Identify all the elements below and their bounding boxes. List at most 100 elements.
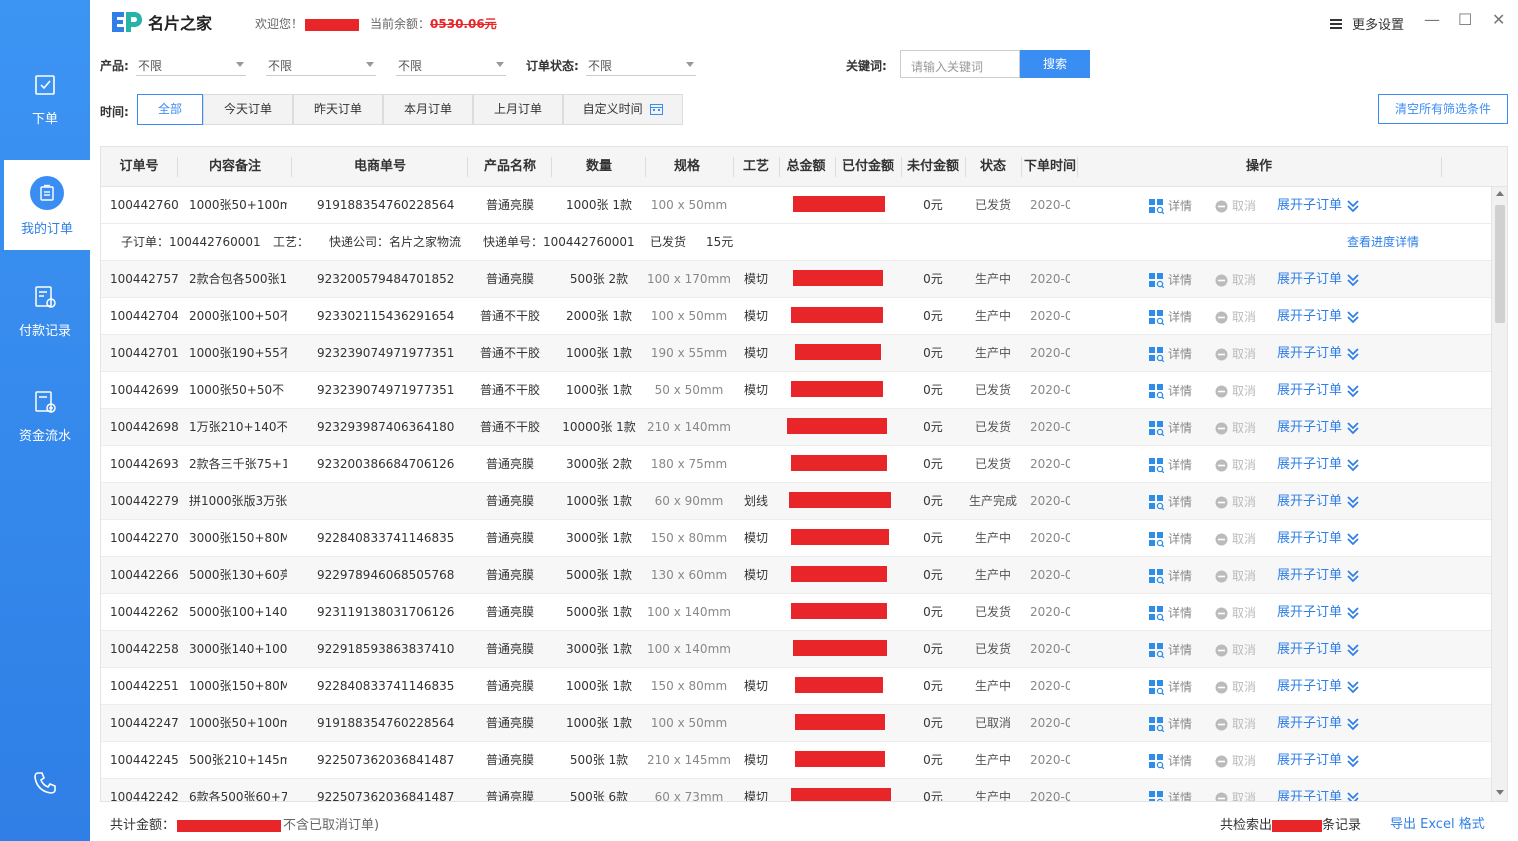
- cell-note: 1000张50+50不: [189, 383, 285, 397]
- detail-button[interactable]: 详情: [1149, 420, 1192, 436]
- expand-suborders-button[interactable]: 展开子订单: [1277, 309, 1360, 325]
- cell-status: 已发货: [974, 198, 1011, 212]
- cancel-button[interactable]: 取消: [1215, 531, 1256, 547]
- detail-button[interactable]: 详情: [1149, 531, 1192, 547]
- cancel-label: 取消: [1232, 495, 1257, 509]
- expand-suborders-button[interactable]: 展开子订单: [1277, 420, 1360, 436]
- keyword-input[interactable]: 请输入关键词: [900, 50, 1020, 78]
- time-custom-button[interactable]: 自定义时间: [563, 94, 683, 125]
- detail-button[interactable]: 详情: [1149, 198, 1192, 214]
- detail-button[interactable]: 详情: [1149, 309, 1192, 325]
- cancel-label: 取消: [1232, 680, 1257, 694]
- expand-label: 展开子订单: [1277, 642, 1343, 657]
- status-select[interactable]: 不限: [586, 54, 696, 76]
- scroll-down-arrow-icon[interactable]: [1496, 790, 1504, 795]
- detail-label: 详情: [1168, 421, 1193, 435]
- detail-button[interactable]: 详情: [1149, 457, 1192, 473]
- clear-filters-button[interactable]: 清空所有筛选条件: [1378, 94, 1508, 124]
- cancel-button[interactable]: 取消: [1215, 716, 1256, 732]
- expand-suborders-button[interactable]: 展开子订单: [1277, 346, 1360, 362]
- cell-qty: 1000张 1款: [566, 198, 632, 212]
- view-progress-link[interactable]: 查看进度详情: [1347, 224, 1419, 261]
- scroll-thumb[interactable]: [1495, 205, 1505, 323]
- expand-suborders-button[interactable]: 展开子订单: [1277, 457, 1360, 473]
- expand-suborders-button[interactable]: 展开子订单: [1277, 753, 1360, 769]
- detail-button[interactable]: 详情: [1149, 753, 1192, 769]
- detail-label: 详情: [1168, 791, 1193, 802]
- cell-status: 生产中: [974, 531, 1011, 545]
- detail-button[interactable]: 详情: [1149, 790, 1193, 802]
- expand-suborders-button[interactable]: 展开子订单: [1277, 383, 1360, 399]
- cell-ec-number: 922978946068505768: [317, 568, 455, 582]
- expand-suborders-button[interactable]: 展开子订单: [1277, 494, 1360, 510]
- sidebar-item-fund-flow[interactable]: 资金流水: [0, 389, 90, 477]
- time-all-button[interactable]: 全部: [137, 94, 203, 125]
- detail-button[interactable]: 详情: [1149, 383, 1192, 399]
- table-row: 100442699 1000张50+50不 923239074971977351 普通…: [101, 372, 1491, 409]
- expand-suborders-button[interactable]: 展开子订单: [1277, 531, 1360, 547]
- expand-suborders-button[interactable]: 展开子订单: [1277, 198, 1360, 214]
- sidebar-item-payment-records[interactable]: 付款记录: [0, 284, 90, 372]
- time-last-month-button[interactable]: 上月订单: [473, 94, 563, 125]
- cell-time: 2020-0: [1030, 531, 1070, 545]
- cancel-button[interactable]: 取消: [1215, 790, 1256, 801]
- sidebar-item-my-orders[interactable]: 我的订单: [4, 160, 90, 250]
- scroll-up-arrow-icon[interactable]: [1496, 191, 1504, 196]
- cancel-circle-icon: [1215, 422, 1228, 434]
- detail-button[interactable]: 详情: [1149, 494, 1192, 510]
- time-today-button[interactable]: 今天订单: [203, 94, 293, 125]
- expand-suborders-button[interactable]: 展开子订单: [1277, 642, 1360, 658]
- product-select-2[interactable]: 不限: [266, 54, 376, 76]
- expand-suborders-button[interactable]: 展开子订单: [1277, 679, 1360, 695]
- export-excel-link[interactable]: 导出 Excel 格式: [1390, 813, 1485, 832]
- cell-qty: 1000张 1款: [566, 679, 632, 693]
- product-select-1[interactable]: 不限: [136, 54, 246, 76]
- search-button[interactable]: 搜索: [1020, 50, 1090, 78]
- detail-button[interactable]: 详情: [1149, 346, 1192, 362]
- cancel-button[interactable]: 取消: [1215, 383, 1256, 399]
- detail-button[interactable]: 详情: [1149, 642, 1192, 658]
- detail-button[interactable]: 详情: [1149, 716, 1192, 732]
- time-yesterday-button[interactable]: 昨天订单: [293, 94, 383, 125]
- cancel-button[interactable]: 取消: [1215, 605, 1256, 621]
- cancel-button[interactable]: 取消: [1215, 309, 1256, 325]
- cancel-button[interactable]: 取消: [1215, 679, 1256, 695]
- detail-button[interactable]: 详情: [1149, 568, 1192, 584]
- expand-suborders-button[interactable]: 展开子订单: [1277, 605, 1360, 621]
- detail-grid-icon: [1149, 198, 1164, 214]
- expand-suborders-button[interactable]: 展开子订单: [1277, 272, 1360, 288]
- cancel-button[interactable]: 取消: [1215, 198, 1256, 214]
- cancel-button[interactable]: 取消: [1215, 457, 1256, 473]
- cell-craft: 模切: [743, 272, 768, 286]
- cancel-button[interactable]: 取消: [1215, 420, 1256, 436]
- time-this-month-button[interactable]: 本月订单: [383, 94, 473, 125]
- detail-button[interactable]: 详情: [1149, 679, 1192, 695]
- table-row: 100442247 1000张50+100m 919188354760228564 普…: [101, 705, 1491, 742]
- cancel-button[interactable]: 取消: [1215, 568, 1256, 584]
- detail-button[interactable]: 详情: [1149, 272, 1192, 288]
- table-scrollbar[interactable]: [1491, 187, 1507, 801]
- double-chevron-down-icon: [1347, 533, 1359, 546]
- close-button[interactable]: ✕: [1492, 10, 1505, 29]
- maximize-button[interactable]: ☐: [1458, 10, 1472, 29]
- more-settings-button[interactable]: 更多设置: [1330, 14, 1404, 33]
- product-select-3[interactable]: 不限: [396, 54, 506, 76]
- cancel-button[interactable]: 取消: [1215, 753, 1256, 769]
- redacted-amounts: [791, 788, 891, 801]
- double-chevron-down-icon: [1347, 496, 1359, 509]
- expand-suborders-button[interactable]: 展开子订单: [1277, 790, 1360, 801]
- cancel-button[interactable]: 取消: [1215, 346, 1256, 362]
- cell-ec-number: 922918593863837410: [317, 642, 455, 656]
- table-row: 100442245 500张210+145m 922507362036841487 普…: [101, 742, 1491, 779]
- cancel-button[interactable]: 取消: [1215, 494, 1256, 510]
- detail-button[interactable]: 详情: [1149, 605, 1192, 621]
- expand-suborders-button[interactable]: 展开子订单: [1277, 568, 1360, 584]
- expand-suborders-button[interactable]: 展开子订单: [1277, 716, 1360, 732]
- cell-spec: 100 x 50mm: [650, 198, 728, 212]
- sidebar-item-order[interactable]: 下单: [0, 72, 90, 160]
- phone-icon[interactable]: [32, 770, 58, 796]
- cell-order-id: 100442245: [110, 753, 179, 767]
- cancel-button[interactable]: 取消: [1215, 272, 1256, 288]
- cancel-button[interactable]: 取消: [1215, 642, 1256, 658]
- minimize-button[interactable]: —: [1424, 10, 1440, 29]
